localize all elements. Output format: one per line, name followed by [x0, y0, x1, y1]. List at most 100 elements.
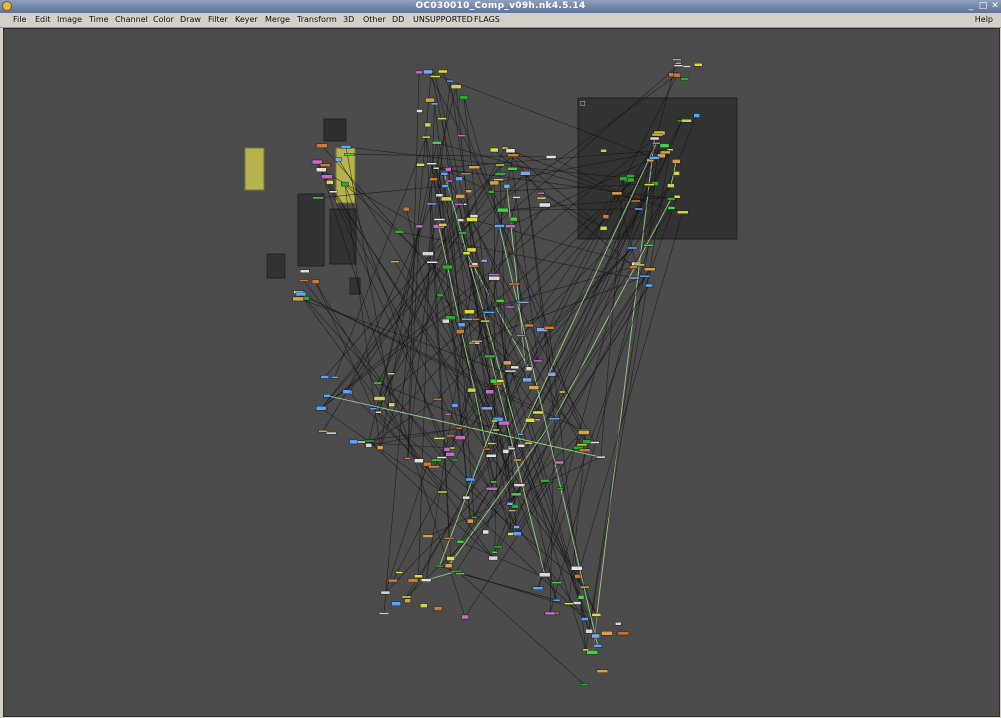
graph-node[interactable]: [591, 633, 600, 639]
graph-node[interactable]: [503, 183, 511, 189]
graph-node[interactable]: [682, 65, 691, 68]
graph-node[interactable]: [455, 572, 465, 575]
graph-node[interactable]: [484, 354, 496, 359]
backdrop-yellow-left[interactable]: [244, 147, 265, 191]
graph-node[interactable]: [544, 611, 556, 616]
graph-node[interactable]: [507, 153, 519, 157]
graph-node[interactable]: [341, 181, 349, 187]
graph-node[interactable]: [582, 648, 589, 652]
graph-node[interactable]: [512, 196, 521, 199]
graph-node[interactable]: [599, 226, 608, 231]
graph-node[interactable]: [513, 458, 522, 462]
graph-node[interactable]: [571, 566, 583, 571]
graph-node[interactable]: [321, 174, 333, 179]
graph-node[interactable]: [450, 570, 463, 573]
graph-node[interactable]: [326, 180, 334, 185]
node-graph-svg[interactable]: □: [4, 29, 999, 716]
graph-node[interactable]: [468, 165, 480, 169]
graph-node[interactable]: [590, 441, 600, 444]
graph-node[interactable]: [517, 301, 530, 304]
graph-node[interactable]: [323, 394, 331, 398]
graph-node[interactable]: [401, 595, 412, 599]
graph-node[interactable]: [488, 273, 500, 276]
graph-node[interactable]: [422, 135, 431, 139]
node-graph-canvas[interactable]: □: [3, 28, 1000, 717]
graph-node[interactable]: [426, 202, 437, 206]
graph-node[interactable]: [495, 299, 505, 303]
graph-node[interactable]: [582, 439, 591, 444]
graph-node[interactable]: [491, 419, 498, 423]
graph-node[interactable]: [645, 283, 653, 288]
graph-node[interactable]: [300, 269, 310, 274]
graph-node[interactable]: [649, 136, 660, 141]
graph-node[interactable]: [388, 402, 395, 407]
graph-node[interactable]: [524, 441, 533, 445]
graph-node[interactable]: [579, 448, 591, 452]
graph-node[interactable]: [438, 223, 447, 227]
graph-node[interactable]: [528, 385, 540, 390]
graph-node[interactable]: [451, 458, 459, 462]
graph-node[interactable]: [428, 465, 440, 469]
graph-node[interactable]: [631, 199, 641, 203]
graph-node[interactable]: [455, 435, 466, 440]
graph-node[interactable]: [548, 417, 561, 420]
graph-node[interactable]: [462, 251, 471, 255]
graph-node[interactable]: [376, 445, 384, 450]
graph-node[interactable]: [486, 487, 498, 491]
graph-node[interactable]: [465, 189, 472, 194]
graph-node[interactable]: [311, 159, 323, 165]
graph-node[interactable]: [481, 406, 493, 411]
menu-filter[interactable]: Filter: [208, 13, 228, 27]
graph-node[interactable]: [422, 534, 434, 538]
graph-node[interactable]: [335, 157, 342, 162]
menu-color[interactable]: Color: [153, 13, 174, 27]
graph-node[interactable]: [454, 203, 464, 206]
graph-node[interactable]: [507, 447, 516, 450]
graph-node[interactable]: [457, 218, 464, 222]
graph-node[interactable]: [497, 207, 509, 213]
menu-merge[interactable]: Merge: [265, 13, 290, 27]
graph-node[interactable]: [446, 79, 454, 83]
graph-node[interactable]: [627, 246, 638, 250]
graph-node[interactable]: [459, 95, 469, 100]
graph-node[interactable]: [445, 167, 452, 172]
graph-node[interactable]: [365, 443, 372, 448]
graph-node[interactable]: [320, 375, 329, 379]
graph-node[interactable]: [437, 490, 448, 494]
graph-node[interactable]: [617, 631, 630, 636]
menu-keyer[interactable]: Keyer: [235, 13, 258, 27]
graph-node[interactable]: [634, 207, 643, 211]
graph-node[interactable]: [652, 142, 661, 145]
graph-node[interactable]: [460, 172, 472, 175]
graph-node[interactable]: [442, 264, 453, 270]
graph-node[interactable]: [490, 480, 497, 484]
graph-node[interactable]: [489, 180, 499, 186]
minimize-button[interactable]: _: [966, 1, 976, 11]
graph-node[interactable]: [493, 178, 504, 181]
graph-node[interactable]: [577, 595, 585, 600]
graph-node[interactable]: [520, 170, 531, 176]
graph-node[interactable]: [424, 122, 432, 128]
graph-node[interactable]: [451, 403, 459, 408]
graph-node[interactable]: [551, 581, 562, 584]
graph-node[interactable]: [316, 143, 328, 149]
graph-node[interactable]: [320, 163, 331, 168]
graph-node[interactable]: [507, 167, 518, 171]
backdrop-dark-tall[interactable]: [297, 193, 325, 267]
graph-node[interactable]: [316, 406, 327, 411]
graph-node[interactable]: [591, 613, 602, 617]
graph-node[interactable]: [513, 483, 526, 487]
graph-node[interactable]: [461, 318, 473, 321]
graph-node[interactable]: [430, 102, 439, 106]
graph-node[interactable]: [510, 216, 518, 222]
graph-node[interactable]: [369, 407, 377, 410]
graph-node[interactable]: [373, 396, 386, 401]
graph-node[interactable]: [444, 413, 452, 416]
graph-node[interactable]: [488, 189, 495, 194]
graph-node[interactable]: [491, 551, 498, 554]
graph-node[interactable]: [458, 231, 467, 235]
graph-node[interactable]: [539, 572, 551, 577]
graph-node[interactable]: [601, 631, 613, 636]
graph-node[interactable]: [559, 390, 566, 394]
graph-node[interactable]: [578, 430, 590, 435]
